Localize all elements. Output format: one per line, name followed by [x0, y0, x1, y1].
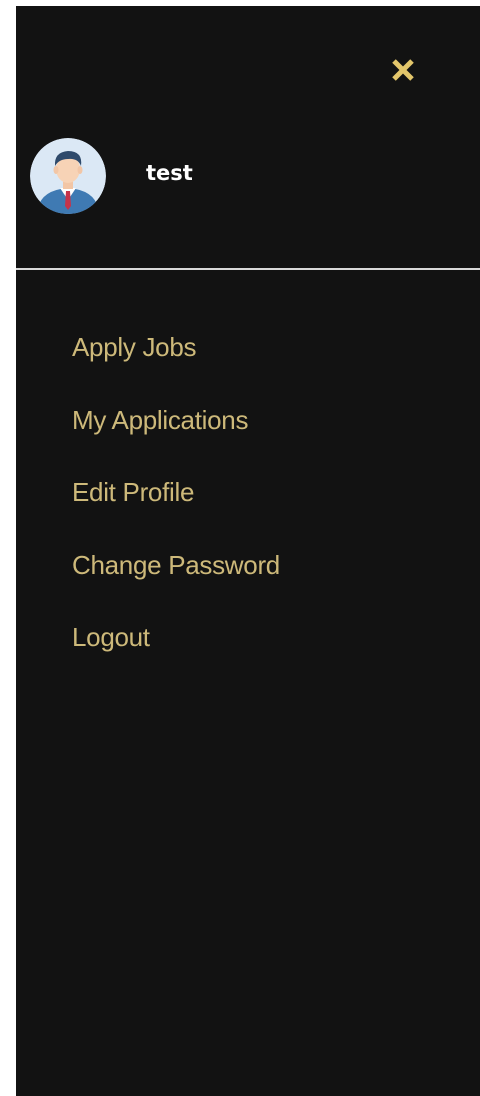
my-applications-link[interactable]: My Applications	[72, 405, 248, 435]
menu-item-change-password[interactable]: Change Password	[72, 546, 280, 619]
username: test	[146, 161, 193, 185]
edit-profile-link[interactable]: Edit Profile	[72, 477, 194, 507]
menu-item-edit-profile[interactable]: Edit Profile	[72, 473, 280, 546]
user-profile: test	[30, 138, 193, 214]
businessman-avatar-icon	[30, 138, 106, 214]
close-icon	[392, 59, 414, 81]
close-button[interactable]	[385, 52, 421, 88]
menu-item-my-applications[interactable]: My Applications	[72, 401, 280, 474]
apply-jobs-link[interactable]: Apply Jobs	[72, 332, 196, 362]
menu-item-logout[interactable]: Logout	[72, 618, 280, 691]
divider	[16, 268, 480, 270]
nav-menu: Apply Jobs My Applications Edit Profile …	[72, 328, 280, 691]
change-password-link[interactable]: Change Password	[72, 550, 280, 580]
logout-link[interactable]: Logout	[72, 622, 150, 652]
side-drawer: test Apply Jobs My Applications Edit Pro…	[16, 6, 480, 1096]
menu-item-apply-jobs[interactable]: Apply Jobs	[72, 328, 280, 401]
avatar	[30, 138, 106, 214]
